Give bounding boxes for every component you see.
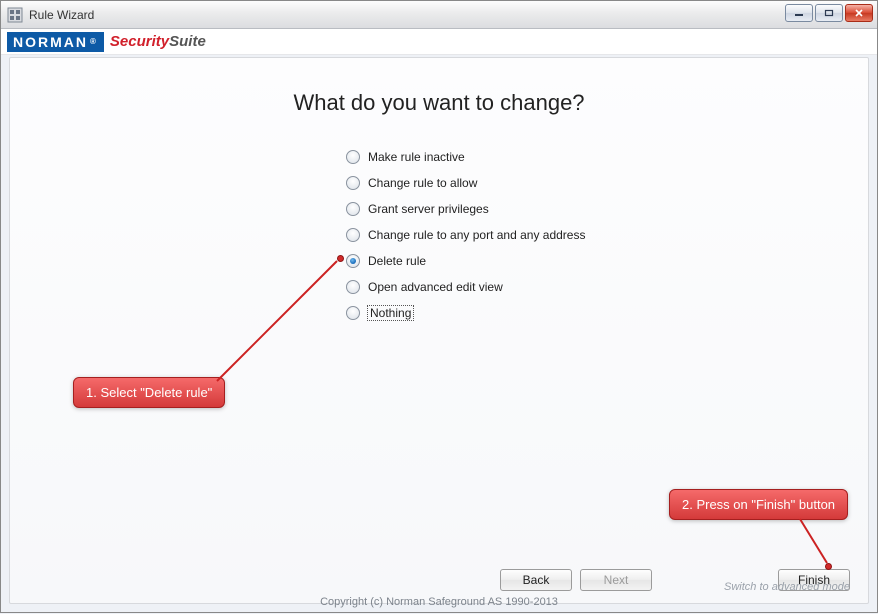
next-button: Next <box>580 569 652 591</box>
option-make-inactive[interactable]: Make rule inactive <box>346 144 585 170</box>
option-label: Change rule to any port and any address <box>368 228 585 242</box>
annotation-dot-2 <box>825 563 832 570</box>
options-group: Make rule inactive Change rule to allow … <box>346 144 585 326</box>
radio-icon <box>346 150 360 164</box>
window-title: Rule Wizard <box>29 8 94 22</box>
brand-name: NORMAN <box>13 34 88 50</box>
maximize-button[interactable] <box>815 4 843 22</box>
registered-mark: ® <box>90 37 98 46</box>
annotation-dot-1 <box>337 255 344 262</box>
brand-bar: NORMAN® SecuritySuite <box>1 29 877 55</box>
option-label: Nothing <box>368 306 413 320</box>
window-controls <box>785 4 873 22</box>
option-label: Grant server privileges <box>368 202 489 216</box>
option-advanced-edit[interactable]: Open advanced edit view <box>346 274 585 300</box>
wizard-panel: What do you want to change? Make rule in… <box>9 57 869 604</box>
option-label: Delete rule <box>368 254 426 268</box>
titlebar: Rule Wizard <box>1 1 877 29</box>
option-label: Open advanced edit view <box>368 280 503 294</box>
option-delete-rule[interactable]: Delete rule <box>346 248 585 274</box>
copyright-text: Copyright (c) Norman Safeground AS 1990-… <box>1 596 877 608</box>
radio-icon <box>346 280 360 294</box>
option-grant-server[interactable]: Grant server privileges <box>346 196 585 222</box>
minimize-button[interactable] <box>785 4 813 22</box>
option-any-port-address[interactable]: Change rule to any port and any address <box>346 222 585 248</box>
page-heading: What do you want to change? <box>10 90 868 116</box>
option-change-allow[interactable]: Change rule to allow <box>346 170 585 196</box>
close-button[interactable] <box>845 4 873 22</box>
option-label: Change rule to allow <box>368 176 477 190</box>
option-label: Make rule inactive <box>368 150 465 164</box>
annotation-callout-2: 2. Press on "Finish" button <box>669 489 848 520</box>
brand-part2: Suite <box>169 33 206 50</box>
brand-logo: NORMAN® <box>7 32 104 52</box>
brand-part1: Security <box>110 33 169 50</box>
option-nothing[interactable]: Nothing <box>346 300 585 326</box>
radio-icon <box>346 228 360 242</box>
switch-advanced-link[interactable]: Switch to advanced mode <box>724 581 850 593</box>
back-button[interactable]: Back <box>500 569 572 591</box>
brand-suffix: SecuritySuite <box>110 33 206 50</box>
radio-icon <box>346 254 360 268</box>
app-icon <box>7 7 23 23</box>
annotation-callout-1: 1. Select "Delete rule" <box>73 377 225 408</box>
radio-icon <box>346 306 360 320</box>
radio-icon <box>346 176 360 190</box>
radio-icon <box>346 202 360 216</box>
